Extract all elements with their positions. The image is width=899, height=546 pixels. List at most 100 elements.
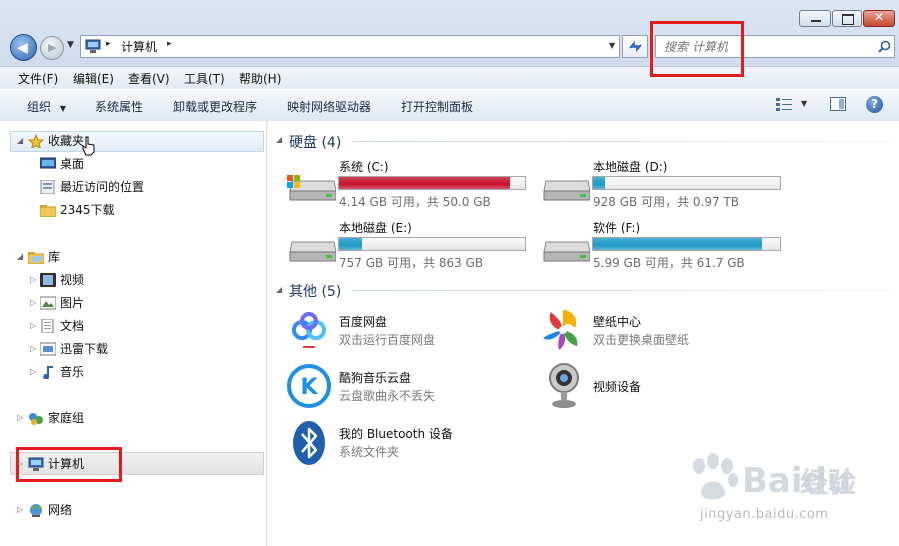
other-item-video-device[interactable]: 视频设备 <box>538 362 768 412</box>
computer-icon <box>85 39 101 53</box>
hard-drive-icon <box>543 241 590 262</box>
map-network-drive-button[interactable]: 映射网络驱动器 <box>287 98 371 115</box>
address-root-arrow[interactable]: ▸ <box>106 39 111 49</box>
drive-f[interactable]: 软件 (F:) 5.99 GB 可用，共 61.7 GB <box>538 216 783 271</box>
drive-e[interactable]: 本地磁盘 (E:) 757 GB 可用，共 863 GB <box>284 216 526 271</box>
drive-d[interactable]: 本地磁盘 (D:) 928 GB 可用，共 0.97 TB <box>538 155 783 210</box>
pictures-expand-toggle[interactable]: ▷ <box>30 293 36 313</box>
nav-videos-label: 视频 <box>60 273 85 287</box>
breadcrumb-computer[interactable]: 计算机 <box>121 38 157 55</box>
close-button[interactable]: ✕ <box>863 10 895 27</box>
drive-usage-fill <box>339 238 362 250</box>
minimize-button[interactable] <box>799 10 831 27</box>
drive-usage-bar <box>592 176 781 190</box>
refresh-icon <box>629 40 642 53</box>
menu-view[interactable]: 查看(V) <box>128 70 170 87</box>
hard-drive-icon <box>543 180 590 201</box>
homegroup-expand-toggle[interactable]: ▷ <box>17 408 23 428</box>
network-expand-toggle[interactable]: ▷ <box>17 500 23 520</box>
drive-usage-fill <box>593 177 606 189</box>
change-view-button[interactable] <box>776 97 792 114</box>
nav-recent-places-label: 最近访问的位置 <box>60 180 145 194</box>
video-expand-toggle[interactable]: ▷ <box>30 270 36 290</box>
other-item-subtitle: 云盘歌曲永不丢失 <box>339 389 436 403</box>
open-control-panel-button[interactable]: 打开控制面板 <box>401 98 473 115</box>
uninstall-program-button[interactable]: 卸载或更改程序 <box>173 98 257 115</box>
other-item-name: 视频设备 <box>593 380 642 394</box>
back-arrow-icon: ◀ <box>17 40 28 56</box>
menu-tools[interactable]: 工具(T) <box>184 70 225 87</box>
star-icon <box>28 134 44 148</box>
hard-disks-collapse-toggle[interactable]: ◢ <box>276 130 282 150</box>
mouse-cursor-hand-icon <box>82 136 95 156</box>
watermark-brand-left: Bai <box>742 461 803 501</box>
system-properties-button[interactable]: 系统属性 <box>95 98 143 115</box>
other-separator <box>352 290 890 291</box>
drive-free-space: 757 GB 可用，共 863 GB <box>339 256 484 270</box>
address-bar[interactable]: ▸ 计算机 ▸ ▼ <box>80 35 620 58</box>
xunlei-expand-toggle[interactable]: ▷ <box>30 339 36 359</box>
windows-drive-icon <box>287 175 336 201</box>
music-expand-toggle[interactable]: ▷ <box>30 362 36 382</box>
xunlei-download-icon <box>40 342 56 356</box>
other-item-kugou-cloud[interactable]: K 酷狗音乐云盘 云盘歌曲永不丢失 <box>286 362 516 412</box>
hard-disks-separator <box>354 141 890 142</box>
help-button[interactable]: ? <box>866 96 883 113</box>
menu-edit[interactable]: 编辑(E) <box>73 70 114 87</box>
organize-label: 组织 <box>27 100 52 114</box>
other-item-baidu-netdisk[interactable]: 百度网盘 双击运行百度网盘 <box>286 306 516 356</box>
other-item-wallpaper-center[interactable]: 壁纸中心 双击更换桌面壁纸 <box>538 306 768 356</box>
forward-arrow-icon: ▶ <box>48 41 57 54</box>
breadcrumb-arrow[interactable]: ▸ <box>167 39 172 49</box>
organize-dropdown-icon: ▼ <box>59 104 66 113</box>
nav-pictures-label: 图片 <box>60 296 85 310</box>
more-views-dropdown[interactable]: ▼ <box>801 99 807 108</box>
desktop-icon <box>40 157 56 169</box>
drive-name: 本地磁盘 (E:) <box>339 221 412 235</box>
wallpaper-center-icon <box>543 310 578 350</box>
hard-disks-header[interactable]: 硬盘 (4) <box>289 132 341 152</box>
other-item-subtitle: 系统文件夹 <box>339 445 400 459</box>
maximize-button[interactable] <box>832 10 862 27</box>
forward-button[interactable]: ▶ <box>40 36 64 60</box>
drive-usage-bar <box>338 237 526 251</box>
nav-desktop-label: 桌面 <box>60 157 85 171</box>
drive-usage-bar <box>338 176 526 190</box>
annotation-highlight-computer <box>16 447 122 482</box>
drive-name: 系统 (C:) <box>339 160 389 174</box>
organize-button[interactable]: 组织 ▼ <box>27 98 66 115</box>
other-item-bluetooth[interactable]: 我的 Bluetooth 设备 系统文件夹 <box>286 418 516 468</box>
kugou-cloud-icon: K <box>287 364 331 408</box>
other-collapse-toggle[interactable]: ◢ <box>276 280 282 300</box>
menu-file[interactable]: 文件(F) <box>18 70 58 87</box>
favorites-collapse-toggle[interactable]: ◢ <box>17 131 23 151</box>
other-item-name: 酷狗音乐云盘 <box>339 371 412 385</box>
drive-free-space: 5.99 GB 可用，共 61.7 GB <box>593 256 745 270</box>
back-button[interactable]: ◀ <box>10 34 37 61</box>
webcam-icon <box>549 363 579 408</box>
documents-expand-toggle[interactable]: ▷ <box>30 316 36 336</box>
help-icon: ? <box>871 97 878 111</box>
maximize-icon <box>842 14 854 25</box>
nav-homegroup-label: 家庭组 <box>48 411 85 425</box>
drive-c[interactable]: 系统 (C:) 4.14 GB 可用，共 50.0 GB <box>284 155 526 210</box>
nav-libraries-label: 库 <box>48 250 61 264</box>
library-icon <box>28 252 44 264</box>
drive-free-space: 928 GB 可用，共 0.97 TB <box>593 195 739 209</box>
menu-help[interactable]: 帮助(H) <box>239 70 281 87</box>
other-item-name: 百度网盘 <box>339 315 388 329</box>
drive-free-space: 4.14 GB 可用，共 50.0 GB <box>339 195 491 209</box>
hard-drive-icon <box>289 241 336 262</box>
libraries-collapse-toggle[interactable]: ◢ <box>17 247 23 267</box>
recent-pages-dropdown[interactable]: ▼ <box>67 40 74 50</box>
watermark-brand-jingyan: 经验 <box>800 466 857 499</box>
network-icon <box>30 504 42 517</box>
command-bar: 组织 ▼ 系统属性 卸载或更改程序 映射网络驱动器 打开控制面板 ▼ ? <box>0 89 899 122</box>
video-library-icon <box>40 273 56 287</box>
address-history-dropdown[interactable]: ▼ <box>609 41 615 50</box>
refresh-button[interactable] <box>622 35 648 58</box>
other-header[interactable]: 其他 (5) <box>289 281 341 301</box>
nav-network-label: 网络 <box>48 503 73 517</box>
preview-pane-button[interactable] <box>830 97 846 111</box>
baidu-netdisk-icon <box>287 308 331 352</box>
